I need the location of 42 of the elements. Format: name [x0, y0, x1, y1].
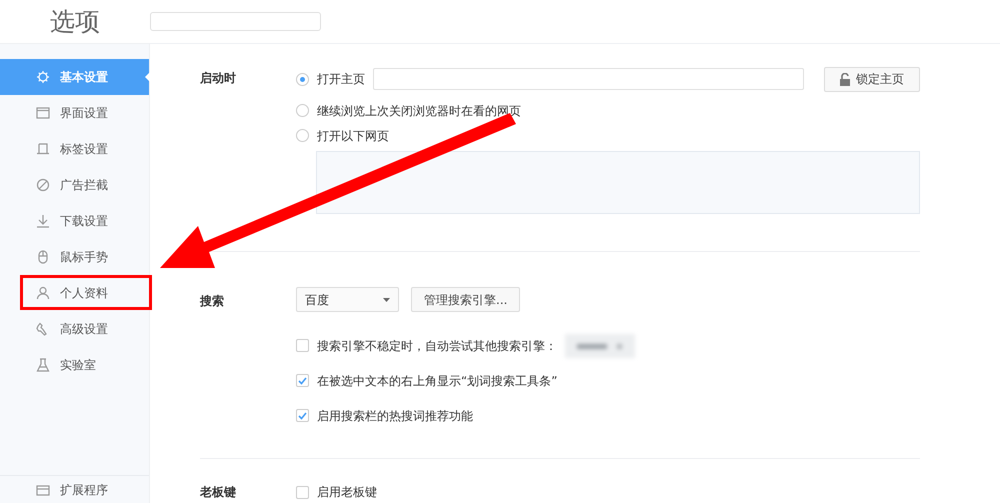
window-icon — [36, 106, 50, 120]
gear-icon — [36, 70, 50, 84]
radio-button[interactable] — [296, 129, 309, 142]
puzzle-icon — [36, 482, 50, 496]
checkbox[interactable] — [296, 409, 309, 422]
mouse-icon — [36, 250, 50, 264]
option-label: 启用老板键 — [317, 484, 377, 501]
checkbox[interactable] — [296, 486, 309, 498]
option-label: 打开主页 — [317, 71, 365, 88]
section-label: 老板键 — [200, 485, 236, 499]
option-label: 搜索引擎不稳定时，自动尝试其他搜索引擎： — [317, 338, 557, 354]
sidebar-item[interactable]: 标签设置 — [0, 131, 149, 167]
section-label: 启动时 — [200, 71, 236, 85]
caret-icon — [383, 298, 390, 302]
sidebar-item[interactable]: 个人资料 — [0, 275, 149, 311]
sidebar-item[interactable]: 鼠标手势 — [0, 239, 149, 275]
sidebar-item[interactable]: 高级设置 — [0, 311, 149, 347]
option-label: 打开以下网页 — [317, 128, 389, 144]
radio-button[interactable] — [296, 104, 309, 117]
manage-button[interactable]: 管理搜索引擎... — [411, 287, 520, 312]
lock-button[interactable]: 锁定主页 — [824, 66, 920, 92]
user-icon — [36, 286, 50, 300]
sidebar-item[interactable]: 下载设置 — [0, 203, 149, 239]
option-label: 在被选中文本的右上角显示“划词搜索工具条” — [317, 372, 558, 390]
sidebar-item[interactable]: 广告拦截 — [0, 167, 149, 203]
checkbox[interactable] — [296, 374, 309, 387]
block-icon — [36, 178, 50, 192]
section-label: 搜索 — [200, 294, 224, 308]
sidebar-item[interactable]: 扩展程序 — [60, 480, 108, 498]
radio-button[interactable] — [296, 72, 309, 86]
window-title: 选项 — [49, 6, 101, 38]
sidebar-item[interactable]: 界面设置 — [0, 95, 149, 131]
tab-icon — [36, 142, 50, 156]
sidebar-item[interactable]: 实验室 — [0, 347, 149, 383]
option-label: 启用搜索栏的热搜词推荐功能 — [317, 408, 473, 424]
download-icon — [36, 214, 50, 228]
search-field[interactable] — [150, 12, 321, 31]
input-field[interactable] — [373, 68, 804, 90]
lock-icon — [840, 72, 850, 86]
flask-icon — [36, 358, 50, 372]
checkbox[interactable] — [296, 339, 309, 352]
engine-select[interactable]: 百度 — [296, 287, 399, 312]
